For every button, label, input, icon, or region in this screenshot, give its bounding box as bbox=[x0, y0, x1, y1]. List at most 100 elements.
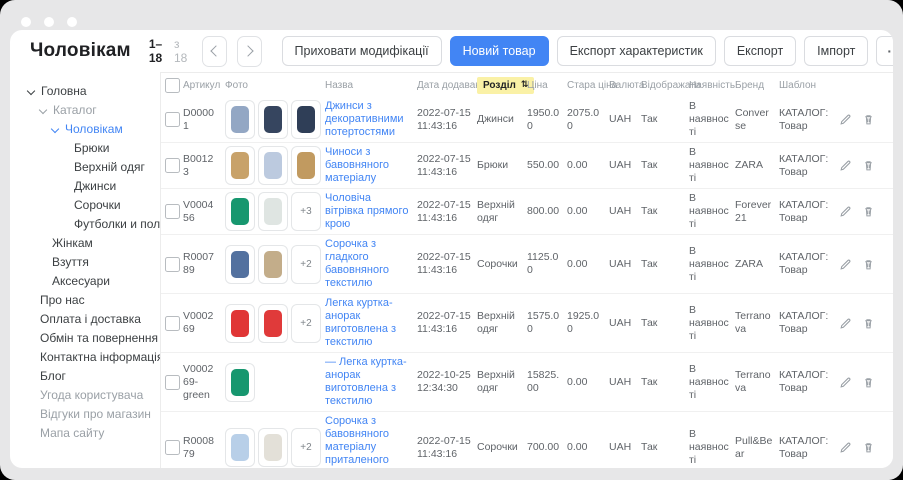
sidebar-item-kontaktna[interactable]: Контактна інформація bbox=[28, 348, 160, 367]
import-button[interactable]: Імпорт bbox=[804, 36, 868, 66]
more-photos-badge[interactable]: +2 bbox=[291, 304, 321, 343]
table-row: V000456 +3 Чоловіча вітрівка прямого кро… bbox=[161, 188, 893, 234]
delete-icon[interactable] bbox=[862, 159, 875, 172]
sidebar-item-holovna[interactable]: Головна bbox=[28, 82, 160, 101]
col-name[interactable]: Назва bbox=[325, 80, 417, 91]
sidebar-item-verkhniy-odyah[interactable]: Верхній одяг bbox=[28, 158, 160, 177]
next-page-button[interactable] bbox=[237, 36, 262, 67]
edit-icon[interactable] bbox=[839, 159, 852, 172]
row-checkbox[interactable] bbox=[165, 112, 180, 127]
col-old-price[interactable]: Стара ціна bbox=[567, 80, 609, 91]
product-photo[interactable] bbox=[258, 192, 288, 231]
photo-cell: +2 bbox=[225, 242, 325, 287]
pagination-total: з 18 bbox=[174, 37, 192, 65]
sidebar-item-zhinkam[interactable]: Жінкам bbox=[28, 234, 160, 253]
sidebar-item-bloh[interactable]: Блог bbox=[28, 367, 160, 386]
sidebar-item-sorochky[interactable]: Сорочки bbox=[28, 196, 160, 215]
sidebar-item-vzuttya[interactable]: Взуття bbox=[28, 253, 160, 272]
edit-icon[interactable] bbox=[839, 205, 852, 218]
delete-icon[interactable] bbox=[862, 317, 875, 330]
maximize-window-icon[interactable] bbox=[67, 17, 77, 27]
product-photo[interactable] bbox=[225, 363, 255, 402]
row-checkbox[interactable] bbox=[165, 257, 180, 272]
sidebar-item-futbolky[interactable]: Футболки и поло bbox=[28, 215, 160, 234]
row-checkbox[interactable] bbox=[165, 440, 180, 455]
product-photo[interactable] bbox=[225, 100, 255, 139]
sidebar-item-vidhuky[interactable]: Відгуки про магазин bbox=[28, 405, 160, 424]
sidebar-item-aksesuary[interactable]: Аксесуари bbox=[28, 272, 160, 291]
close-window-icon[interactable] bbox=[21, 17, 31, 27]
edit-icon[interactable] bbox=[839, 317, 852, 330]
col-template[interactable]: Шаблон bbox=[779, 80, 839, 91]
edit-icon[interactable] bbox=[839, 376, 852, 389]
product-photo[interactable] bbox=[258, 428, 288, 467]
sidebar-item-cholovikam[interactable]: Чоловікам bbox=[28, 120, 160, 139]
more-photos-badge[interactable]: +2 bbox=[291, 428, 321, 467]
product-name-link[interactable]: — Легка куртка-анорак виготовлена з текс… bbox=[325, 356, 411, 408]
more-options-button[interactable]: ··· bbox=[876, 36, 893, 66]
hide-modifications-button[interactable]: Приховати модифікації bbox=[282, 36, 442, 66]
col-brand[interactable]: Бренд bbox=[735, 80, 779, 91]
col-photo[interactable]: Фото bbox=[225, 80, 325, 91]
row-checkbox[interactable] bbox=[165, 375, 180, 390]
col-price[interactable]: Ціна bbox=[527, 80, 567, 91]
more-photos-badge[interactable]: +2 bbox=[291, 245, 321, 284]
select-all-checkbox[interactable] bbox=[165, 78, 180, 93]
product-photo[interactable] bbox=[225, 428, 255, 467]
delete-icon[interactable] bbox=[862, 376, 875, 389]
sidebar-item-mapa[interactable]: Мапа сайту bbox=[28, 424, 160, 443]
delete-icon[interactable] bbox=[862, 441, 875, 454]
photo-cell bbox=[225, 143, 325, 188]
delete-icon[interactable] bbox=[862, 258, 875, 271]
category-cell: Верхній одяг bbox=[477, 307, 527, 339]
product-photo[interactable] bbox=[258, 146, 288, 185]
page-title: Чоловікам bbox=[30, 40, 131, 62]
col-availability[interactable]: Наявність bbox=[689, 80, 735, 91]
col-sku[interactable]: Артикул bbox=[183, 80, 225, 91]
sidebar-item-uhoda[interactable]: Угода користувача bbox=[28, 386, 160, 405]
product-name-link[interactable]: Сорочка з гладкого бавовняного текстилю bbox=[325, 238, 411, 290]
prev-page-button[interactable] bbox=[202, 36, 227, 67]
product-photo[interactable] bbox=[291, 100, 321, 139]
sidebar-item-pro-nas[interactable]: Про нас bbox=[28, 291, 160, 310]
sidebar-item-obmin[interactable]: Обмін та повернення bbox=[28, 329, 160, 348]
product-photo[interactable] bbox=[258, 304, 288, 343]
product-name-link[interactable]: Чоловіча вітрівка прямого крою bbox=[325, 192, 411, 231]
product-photo[interactable] bbox=[225, 192, 255, 231]
sidebar-item-bryuky[interactable]: Брюки bbox=[28, 139, 160, 158]
table-row: R000789 +2 Сорочка з гладкого бавовняног… bbox=[161, 234, 893, 293]
row-checkbox[interactable] bbox=[165, 204, 180, 219]
col-currency[interactable]: Валюта bbox=[609, 80, 641, 91]
col-display[interactable]: Відображати bbox=[641, 80, 689, 91]
date-cell: 2022-07-15 11:43:16 bbox=[417, 248, 477, 280]
col-date[interactable]: Дата додавання bbox=[417, 80, 477, 91]
more-photos-badge[interactable]: +3 bbox=[291, 192, 321, 231]
product-photo[interactable] bbox=[225, 304, 255, 343]
product-name-link[interactable]: Легка куртка-анорак виготовлена з тексти… bbox=[325, 297, 411, 349]
window-controls bbox=[21, 17, 77, 27]
row-checkbox[interactable] bbox=[165, 158, 180, 173]
product-name-link[interactable]: Чиноси з бавовняного матеріалу bbox=[325, 146, 411, 185]
old-price-cell: 0.00 bbox=[567, 255, 609, 274]
product-photo[interactable] bbox=[291, 146, 321, 185]
minimize-window-icon[interactable] bbox=[44, 17, 54, 27]
product-name-link[interactable]: Сорочка з бавовняного матеріалу притален… bbox=[325, 415, 411, 468]
edit-icon[interactable] bbox=[839, 258, 852, 271]
product-photo[interactable] bbox=[225, 245, 255, 284]
delete-icon[interactable] bbox=[862, 205, 875, 218]
edit-icon[interactable] bbox=[839, 441, 852, 454]
row-checkbox[interactable] bbox=[165, 316, 180, 331]
delete-icon[interactable] bbox=[862, 113, 875, 126]
product-photo[interactable] bbox=[258, 100, 288, 139]
product-photo[interactable] bbox=[258, 245, 288, 284]
product-name-link[interactable]: Джинси з декоративними потертостями bbox=[325, 100, 411, 139]
edit-icon[interactable] bbox=[839, 113, 852, 126]
export-characteristics-button[interactable]: Експорт характеристик bbox=[557, 36, 716, 66]
sidebar-item-kataloh[interactable]: Каталог bbox=[28, 101, 160, 120]
sidebar-item-oplata[interactable]: Оплата і доставка bbox=[28, 310, 160, 329]
export-button[interactable]: Експорт bbox=[724, 36, 796, 66]
product-photo[interactable] bbox=[225, 146, 255, 185]
new-product-button[interactable]: Новий товар bbox=[450, 36, 549, 66]
col-category-sorted[interactable]: Розділ⇅ bbox=[477, 77, 527, 94]
sidebar-item-dzhynsy[interactable]: Джинси bbox=[28, 177, 160, 196]
